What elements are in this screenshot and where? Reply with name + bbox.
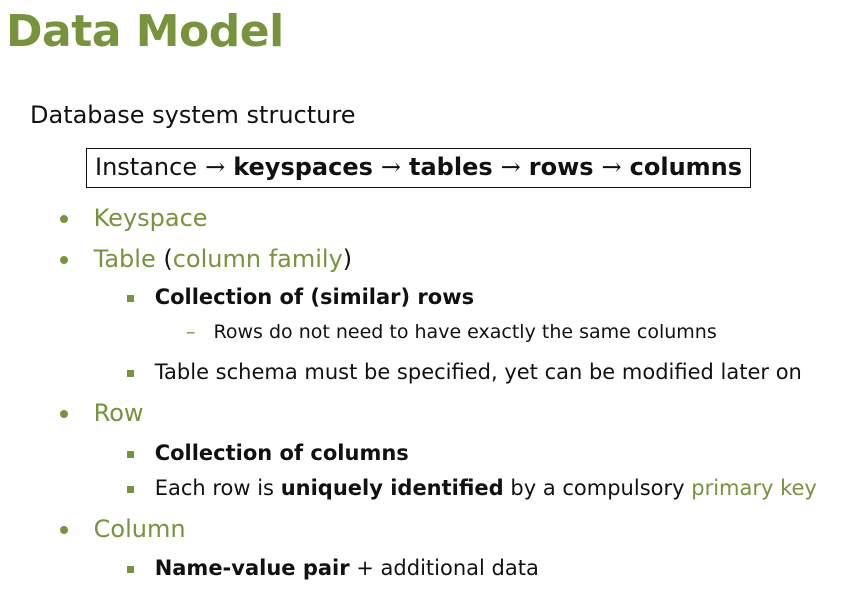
row-label: Row — [93, 399, 144, 427]
arrow-icon: → — [380, 153, 401, 181]
table-sub1: Collection of (similar) rows — [154, 285, 475, 309]
list-subitem: Collection of columns — [127, 437, 409, 469]
list-subitem: Each row is uniquely identified by a com… — [127, 472, 817, 504]
bullet-square-icon — [127, 565, 134, 573]
list-detail: – Rows do not need to have exactly the s… — [186, 318, 717, 346]
list-subitem: Collection of (similar) rows — [127, 281, 474, 313]
table-sub1-detail: Rows do not need to have exactly the sam… — [213, 321, 717, 343]
bullet-dot-icon — [60, 410, 68, 418]
column-label: Column — [93, 515, 186, 543]
list-item-column: Column — [60, 512, 186, 546]
bullet-square-icon — [127, 369, 134, 377]
list-subitem: Name-value pair + additional data — [127, 552, 539, 584]
paren-open: ( — [163, 245, 173, 273]
row-sub1: Collection of columns — [154, 441, 409, 465]
bullet-square-icon — [127, 450, 134, 458]
row-sub2-d: primary key — [691, 476, 817, 500]
subtitle: Database system structure — [30, 101, 356, 129]
structure-box: Instance → keyspaces → tables → rows → columns — [86, 148, 752, 188]
column-sub1-a: Name-value pair — [154, 556, 350, 580]
list-subitem: Table schema must be specified, yet can … — [127, 356, 802, 388]
column-sub1-b: + additional data — [349, 556, 539, 580]
structure-tables: tables — [409, 153, 493, 181]
paren-close: ) — [342, 245, 353, 273]
list-item-keyspace: Keyspace — [60, 201, 208, 235]
table-alias: column family — [172, 245, 343, 273]
bullet-dot-icon — [60, 526, 68, 534]
dash-icon: – — [186, 321, 196, 343]
bullet-square-icon — [127, 485, 134, 493]
row-sub2-c: by a compulsory — [503, 476, 692, 500]
arrow-icon: → — [601, 153, 622, 181]
arrow-icon: → — [205, 153, 226, 181]
table-label: Table — [93, 245, 156, 273]
bullet-dot-icon — [60, 256, 68, 264]
bullet-dot-icon — [60, 215, 68, 223]
row-sub2-b: uniquely identified — [280, 476, 504, 500]
table-sub2: Table schema must be specified, yet can … — [154, 360, 802, 384]
structure-columns: columns — [629, 153, 743, 181]
list-item-table: Table (column family) — [60, 242, 352, 276]
structure-instance: Instance — [95, 153, 198, 181]
row-sub2-a: Each row is — [154, 476, 281, 500]
list-item-row: Row — [60, 396, 144, 430]
structure-rows: rows — [528, 153, 594, 181]
slide-title: Data Model — [6, 6, 284, 57]
structure-keyspaces: keyspaces — [233, 153, 373, 181]
bullet-square-icon — [127, 294, 134, 302]
arrow-icon: → — [500, 153, 521, 181]
keyspace-label: Keyspace — [93, 204, 208, 232]
